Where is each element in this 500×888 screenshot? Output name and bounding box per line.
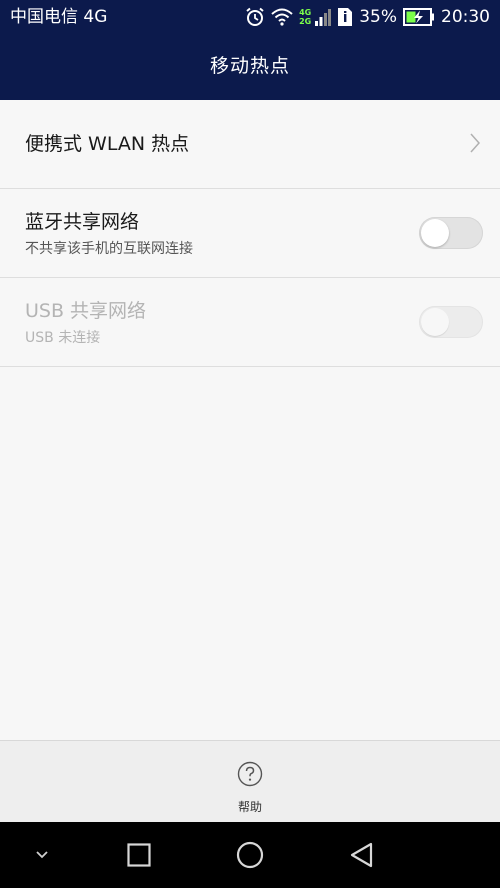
wlan-hotspot-item[interactable]: 便携式 WLAN 热点	[0, 100, 500, 189]
alarm-icon	[245, 7, 265, 27]
battery-percent: 35%	[359, 7, 397, 27]
bluetooth-tethering-label: 蓝牙共享网络	[25, 211, 140, 233]
usb-tethering-label: USB 共享网络	[25, 300, 147, 322]
usb-tethering-subtitle: USB 未连接	[25, 330, 101, 346]
status-icons: 4G 2G 35% 20:30	[245, 4, 490, 30]
page-title: 移动热点	[209, 55, 290, 77]
back-button[interactable]	[340, 822, 384, 888]
toggle-knob	[421, 219, 449, 247]
recents-square-icon	[127, 843, 151, 867]
network-type-tags: 4G 2G	[299, 8, 311, 26]
network-tag-top: 4G	[299, 8, 312, 17]
bluetooth-tethering-item[interactable]: 蓝牙共享网络 不共享该手机的互联网连接	[0, 189, 500, 278]
home-button[interactable]	[228, 822, 272, 888]
settings-list: 便携式 WLAN 热点 蓝牙共享网络 不共享该手机的互联网连接 USB 共享网络…	[0, 100, 500, 367]
home-circle-icon	[236, 841, 264, 869]
top-header: 中国电信 4G 4G 2G 35% 20:30 移动热点	[0, 0, 500, 100]
carrier-label: 中国电信 4G	[10, 7, 108, 27]
network-tag-bottom: 2G	[299, 17, 312, 26]
recents-button[interactable]	[118, 822, 160, 888]
chevron-down-icon	[36, 851, 48, 859]
help-icon	[237, 761, 263, 787]
bottom-action-bar: 帮助	[0, 740, 500, 822]
hide-keyboard-button[interactable]	[22, 822, 62, 888]
battery-charging-icon	[403, 8, 435, 26]
bluetooth-tethering-toggle[interactable]	[419, 217, 483, 249]
wifi-icon	[271, 8, 293, 26]
chevron-right-icon	[470, 133, 481, 157]
signal-icon	[315, 7, 332, 27]
usb-tethering-toggle	[419, 306, 483, 338]
bluetooth-tethering-subtitle: 不共享该手机的互联网连接	[25, 241, 193, 257]
help-button[interactable]: 帮助	[220, 755, 280, 819]
help-label: 帮助	[237, 800, 262, 814]
status-bar: 中国电信 4G 4G 2G 35% 20:30	[0, 0, 500, 34]
navigation-bar	[0, 822, 500, 888]
toggle-knob	[421, 308, 449, 336]
clock: 20:30	[441, 7, 490, 27]
wlan-hotspot-label: 便携式 WLAN 热点	[25, 133, 190, 155]
usb-tethering-item: USB 共享网络 USB 未连接	[0, 278, 500, 367]
sim-info-icon	[337, 7, 353, 27]
back-triangle-icon	[350, 842, 373, 868]
